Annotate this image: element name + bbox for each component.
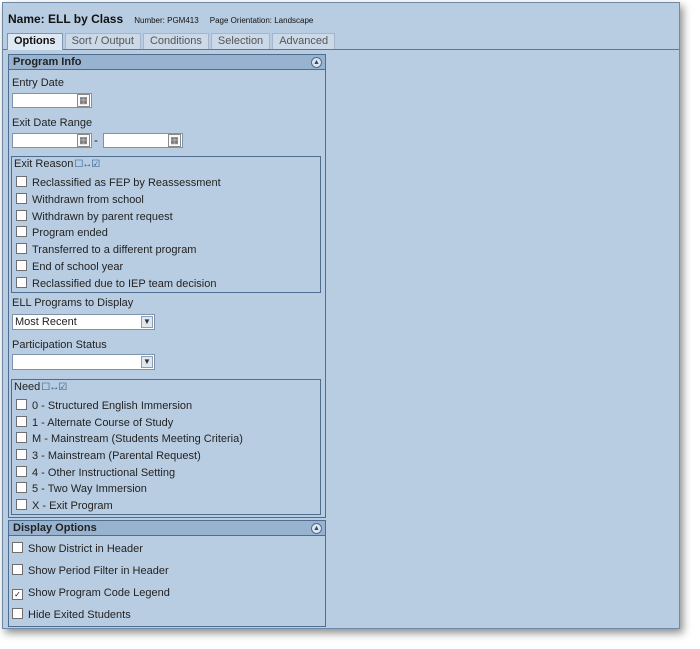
checkbox-row[interactable]: Program ended [16,226,108,240]
checkbox-row[interactable]: End of school year [16,260,123,274]
exit-reason-header: Exit Reason☐↔☑ [14,158,100,170]
checkbox[interactable] [16,277,27,288]
checkbox[interactable] [16,499,27,510]
ell-programs-value: Most Recent [15,316,77,328]
checkbox[interactable] [16,482,27,493]
exit-date-range-label: Exit Date Range [12,117,93,129]
calendar-icon[interactable]: ▦ [77,94,90,107]
need-group: Need☐↔☑ 0 - Structured English Immersion… [11,379,321,515]
tab-selection[interactable]: Selection [210,33,271,49]
report-number: Number: PGM413 [134,16,199,25]
collapse-icon[interactable]: ▲ [311,523,322,534]
ell-programs-label: ELL Programs to Display [12,297,134,309]
display-option-row[interactable]: Show Period Filter in Header [12,564,169,578]
need-title: Need [14,381,41,393]
checkbox-label: Program ended [32,227,108,239]
checkbox[interactable] [16,260,27,271]
display-option-row[interactable]: Show District in Header [12,542,143,556]
checkbox-label: Transferred to a different program [32,244,197,256]
checkbox[interactable] [16,210,27,221]
checkbox-label: Show Period Filter in Header [28,565,169,577]
checkbox-row[interactable]: 5 - Two Way Immersion [16,482,147,496]
checkbox[interactable] [16,416,27,427]
page-orientation: Page Orientation: Landscape [209,16,314,25]
chevron-down-icon[interactable]: ▼ [141,316,153,328]
date-range-separator: - [94,133,98,147]
checkbox-row[interactable]: Reclassified due to IEP team decision [16,277,216,291]
checkbox-row[interactable]: 1 - Alternate Course of Study [16,416,173,430]
calendar-icon[interactable]: ▦ [77,134,90,147]
checkbox-label: Withdrawn by parent request [32,211,173,223]
checkbox-row[interactable]: Transferred to a different program [16,243,196,257]
checkbox-label: 1 - Alternate Course of Study [32,417,174,429]
ell-programs-select[interactable]: Most Recent ▼ [12,314,155,330]
checkbox-label: 4 - Other Instructional Setting [32,467,176,479]
participation-status-label: Participation Status [12,339,107,351]
select-all-toggle-icon[interactable]: ☐↔☑ [74,159,100,170]
program-info-header: Program Info ▲ [9,55,325,70]
checkbox-checked[interactable]: ✓ [12,589,23,600]
participation-status-select[interactable]: ▼ [12,354,155,370]
checkbox[interactable] [16,243,27,254]
exit-reason-group: Exit Reason☐↔☑ Reclassified as FEP by Re… [11,156,321,293]
checkbox-row[interactable]: Withdrawn by parent request [16,210,173,224]
checkbox[interactable] [16,432,27,443]
exit-reason-title: Exit Reason [14,158,74,170]
checkbox-label: End of school year [32,261,124,273]
checkbox[interactable] [16,176,27,187]
checkbox[interactable] [12,542,23,553]
checkbox-label: M - Mainstream (Students Meeting Criteri… [32,433,243,445]
display-options-header: Display Options ▲ [9,521,325,536]
display-options-panel: Display Options ▲ Show District in Heade… [8,520,326,627]
need-header: Need☐↔☑ [14,381,67,393]
checkbox-label: 0 - Structured English Immersion [32,400,193,412]
chevron-down-icon[interactable]: ▼ [141,356,153,368]
checkbox[interactable] [16,466,27,477]
checkbox[interactable] [12,564,23,575]
checkbox[interactable] [16,449,27,460]
checkbox-label: 3 - Mainstream (Parental Request) [32,450,201,462]
tab-advanced[interactable]: Advanced [272,33,336,49]
checkbox-label: Reclassified due to IEP team decision [32,278,217,290]
checkbox[interactable] [16,399,27,410]
checkbox-row[interactable]: 0 - Structured English Immersion [16,399,192,413]
checkbox[interactable] [12,608,23,619]
checkbox-label: Withdrawn from school [32,194,144,206]
checkbox-row[interactable]: 3 - Mainstream (Parental Request) [16,449,201,463]
tab-conditions[interactable]: Conditions [142,33,209,49]
checkbox[interactable] [16,193,27,204]
tab-bar: Options Sort / Output Conditions Selecti… [7,33,337,50]
entry-date-label: Entry Date [12,77,64,89]
report-header: Name: ELL by Class Number: PGM413 Page O… [3,3,679,50]
report-title: Name: ELL by Class Number: PGM413 Page O… [8,12,313,26]
checkbox-label: X - Exit Program [32,500,113,512]
checkbox-label: Hide Exited Students [28,609,131,621]
select-all-toggle-icon[interactable]: ☐↔☑ [41,382,67,393]
display-option-row[interactable]: Hide Exited Students [12,608,131,622]
collapse-icon[interactable]: ▲ [311,57,322,68]
program-info-panel: Program Info ▲ Entry Date ▦ Exit Date Ra… [8,54,326,518]
checkbox-label: 5 - Two Way Immersion [32,483,147,495]
checkbox-label: Show District in Header [28,543,143,555]
tab-options[interactable]: Options [7,33,63,50]
display-option-row[interactable]: ✓ Show Program Code Legend [12,586,170,600]
checkbox[interactable] [16,226,27,237]
calendar-icon[interactable]: ▦ [168,134,181,147]
checkbox-row[interactable]: Withdrawn from school [16,193,144,207]
checkbox-row[interactable]: 4 - Other Instructional Setting [16,466,175,480]
report-name: Name: ELL by Class [8,12,124,26]
tab-sort-output[interactable]: Sort / Output [64,33,141,49]
checkbox-row[interactable]: M - Mainstream (Students Meeting Criteri… [16,432,243,446]
checkbox-label: Reclassified as FEP by Reassessment [32,177,221,189]
checkbox-label: Show Program Code Legend [28,587,170,599]
program-info-title: Program Info [13,56,82,68]
report-options-window: Name: ELL by Class Number: PGM413 Page O… [2,2,680,629]
display-options-title: Display Options [13,522,97,534]
checkbox-row[interactable]: X - Exit Program [16,499,113,513]
checkbox-row[interactable]: Reclassified as FEP by Reassessment [16,176,221,190]
